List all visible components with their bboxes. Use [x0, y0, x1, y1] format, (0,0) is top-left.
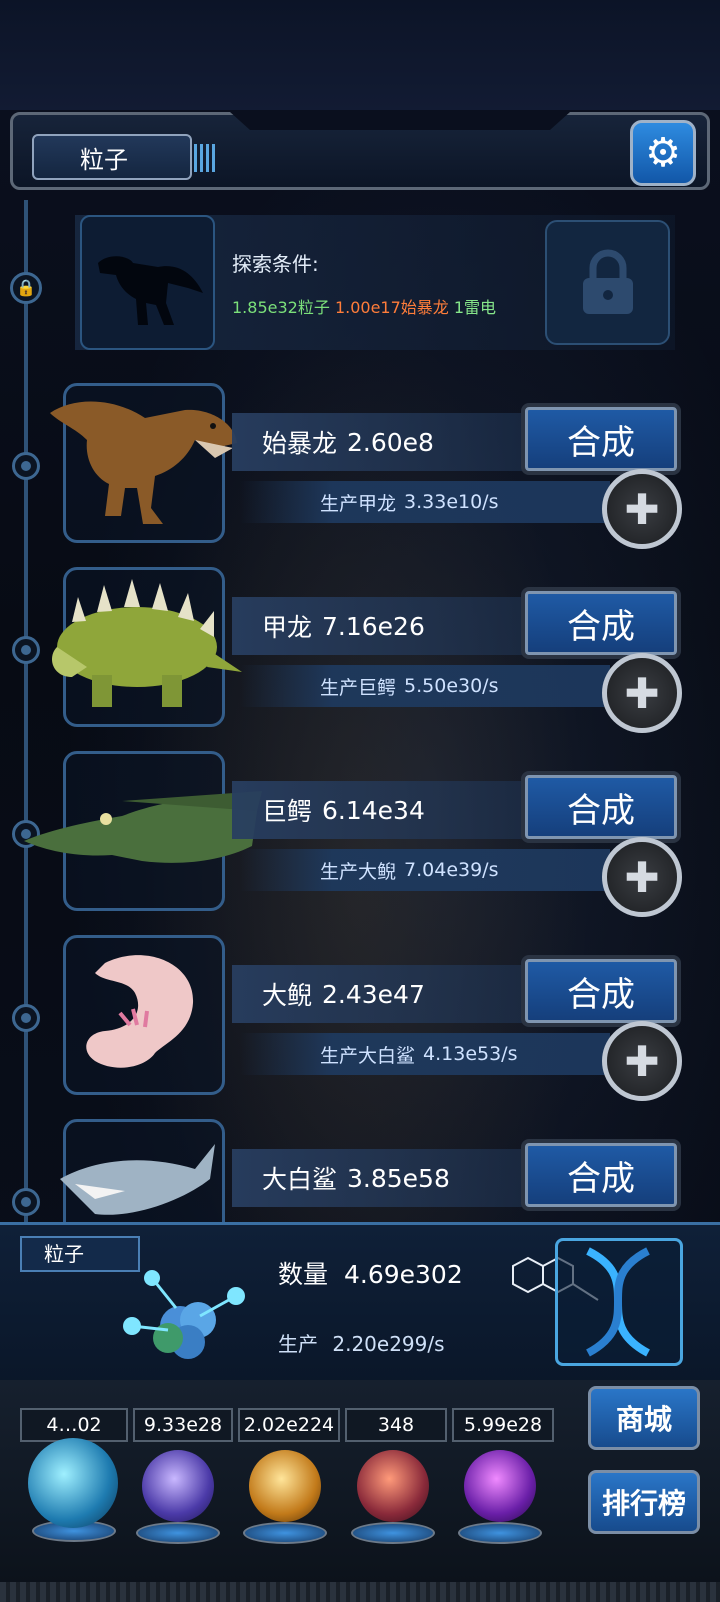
quantity-display: 数量 4.69e302	[278, 1255, 463, 1291]
merge-button[interactable]: 合成	[525, 1143, 677, 1207]
dna-icon	[586, 1247, 650, 1357]
pedestal	[136, 1522, 220, 1544]
pedestal	[243, 1522, 327, 1544]
unlock-button[interactable]	[545, 220, 670, 345]
creature-count: 7.16e26	[322, 611, 425, 641]
creature-count: 2.60e8	[347, 427, 434, 457]
production-label: 生产	[278, 1332, 318, 1356]
produce-bar: 生产大白鲨 4.13e53/s	[240, 1033, 610, 1075]
produce-label: 生产甲龙	[320, 492, 397, 515]
bottom-strip	[0, 1582, 720, 1602]
merge-button[interactable]: 合成	[525, 407, 677, 471]
header-frame: 粒子	[10, 112, 710, 204]
shark-image	[60, 1144, 215, 1215]
produce-rate: 7.04e39/s	[404, 859, 499, 881]
shop-button[interactable]: 商城	[588, 1386, 700, 1450]
plus-icon: ✚	[624, 1036, 660, 1086]
creature-count: 2.43e47	[322, 979, 425, 1009]
creature-name-bar: 大鲵 2.43e47	[232, 965, 532, 1023]
particle-orb-button[interactable]	[28, 1438, 118, 1528]
creature-count: 6.14e34	[322, 795, 425, 825]
trex-image	[50, 401, 237, 524]
condition-label: 探索条件:	[232, 252, 319, 276]
merge-button[interactable]: 合成	[525, 591, 677, 655]
padlock-icon	[582, 249, 633, 314]
resource-panel-tab: 粒子	[20, 1236, 140, 1272]
salamander-image	[86, 955, 194, 1068]
settings-gear-button[interactable]: ⚙	[630, 120, 696, 186]
produce-bar: 生产大鲵 7.04e39/s	[240, 849, 610, 891]
plus-icon: ✚	[624, 852, 660, 902]
portal-orb-button[interactable]	[464, 1450, 536, 1522]
creature-name-bar: 大白鲨 3.85e58	[232, 1149, 532, 1207]
pedestal	[351, 1522, 435, 1544]
ranking-button[interactable]: 排行榜	[588, 1470, 700, 1534]
condition-trex: 1.00e17始暴龙	[334, 298, 449, 317]
signal-bars-icon	[194, 144, 216, 172]
pedestal	[458, 1522, 542, 1544]
produce-label: 生产巨鳄	[320, 676, 397, 699]
creature-name: 始暴龙	[262, 429, 338, 458]
quantity-value: 4.69e302	[343, 1260, 463, 1289]
quantity-label: 数量	[278, 1260, 329, 1289]
resource-tab[interactable]: 粒子	[32, 134, 216, 180]
currency-portal-value: 5.99e28	[452, 1408, 554, 1442]
produce-rate: 5.50e30/s	[404, 675, 499, 697]
fire-orb-button[interactable]	[249, 1450, 321, 1522]
creature-name-bar: 甲龙 7.16e26	[232, 597, 532, 655]
production-display: 生产 2.20e299/s	[278, 1328, 445, 1357]
add-button[interactable]: ✚	[602, 469, 682, 549]
produce-rate: 4.13e53/s	[423, 1043, 518, 1065]
dna-button[interactable]	[555, 1238, 683, 1366]
lock-node-icon: 🔒	[10, 272, 42, 304]
creature-name: 巨鳄	[262, 797, 313, 826]
creature-name: 大鲵	[262, 981, 313, 1010]
ankylosaur-image	[52, 579, 242, 707]
gear-icon: ⚙	[645, 130, 681, 176]
produce-bar: 生产巨鳄 5.50e30/s	[240, 665, 610, 707]
merge-button[interactable]: 合成	[525, 959, 677, 1023]
creature-name-bar: 始暴龙 2.60e8	[232, 413, 532, 471]
produce-label: 生产大鲵	[320, 860, 397, 883]
currency-brain-value: 348	[345, 1408, 447, 1442]
particle-icon	[123, 1270, 245, 1359]
creature-row-ankylosaur: 甲龙 7.16e26 生产巨鳄 5.50e30/s 合成 ✚	[0, 567, 720, 747]
currency-fire-value: 2.02e224	[238, 1408, 340, 1442]
creature-row-crocodile: 巨鳄 6.14e34 生产大鲵 7.04e39/s 合成 ✚	[0, 751, 720, 931]
currency-thunder-value: 9.33e28	[133, 1408, 233, 1442]
resource-tab-label: 粒子	[80, 145, 128, 174]
condition-thunder: 1雷电	[453, 298, 497, 317]
condition-list: 1.85e32粒子 1.00e17始暴龙 1雷电	[232, 294, 496, 318]
creature-row-shark: 大白鲨 3.85e58 合成	[0, 1119, 720, 1222]
brain-orb-button[interactable]	[357, 1450, 429, 1522]
thunder-orb-button[interactable]	[142, 1450, 214, 1522]
status-area	[0, 0, 720, 110]
locked-dinosaur-silhouette	[80, 215, 215, 350]
creature-row-trex: 始暴龙 2.60e8 生产甲龙 3.33e10/s 合成 ✚	[0, 383, 720, 563]
add-button[interactable]: ✚	[602, 1021, 682, 1101]
creature-name: 甲龙	[262, 613, 313, 642]
produce-rate: 3.33e10/s	[404, 491, 499, 513]
produce-bar: 生产甲龙 3.33e10/s	[240, 481, 610, 523]
merge-button[interactable]: 合成	[525, 775, 677, 839]
produce-label: 生产大白鲨	[320, 1044, 416, 1067]
creature-name: 大白鲨	[262, 1165, 338, 1194]
add-button[interactable]: ✚	[602, 653, 682, 733]
currency-particle-value: 4…02	[20, 1408, 128, 1442]
plus-icon: ✚	[624, 484, 660, 534]
creature-row-salamander: 大鲵 2.43e47 生产大白鲨 4.13e53/s 合成 ✚	[0, 935, 720, 1115]
creature-count: 3.85e58	[347, 1163, 450, 1193]
creature-name-bar: 巨鳄 6.14e34	[232, 781, 532, 839]
crocodile-image	[24, 791, 262, 863]
plus-icon: ✚	[624, 668, 660, 718]
condition-particles: 1.85e32粒子	[232, 298, 330, 317]
add-button[interactable]: ✚	[602, 837, 682, 917]
production-value: 2.20e299/s	[332, 1332, 445, 1356]
trex-silhouette-icon	[97, 255, 203, 325]
